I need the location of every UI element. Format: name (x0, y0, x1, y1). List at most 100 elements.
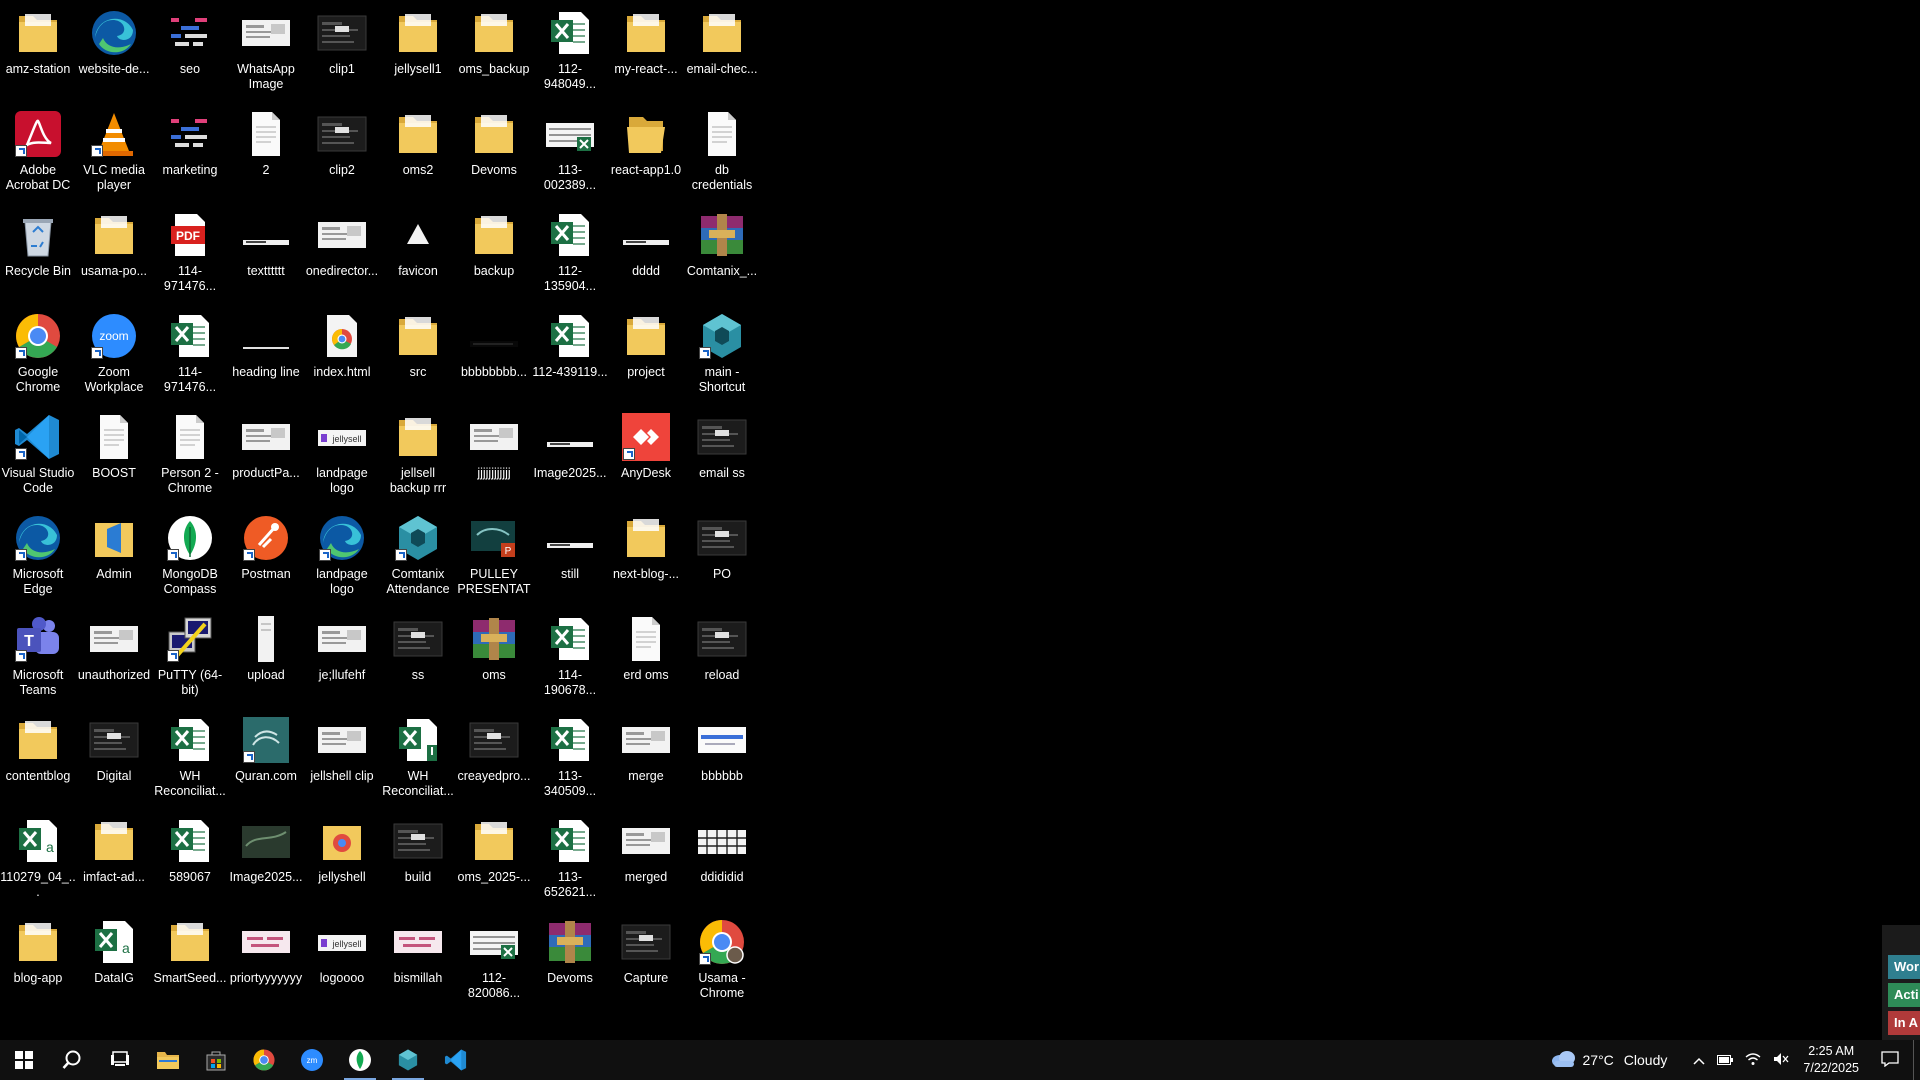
desktop-icon[interactable]: Admin (77, 507, 151, 607)
desktop-icon[interactable]: MongoDB Compass (153, 507, 227, 607)
desktop-icon[interactable]: index.html (305, 305, 379, 405)
desktop-icon[interactable]: jjjjjjjjjjjj (457, 406, 531, 506)
desktop-icon[interactable]: unauthorized (77, 608, 151, 708)
desktop-icon[interactable]: priortyyyyyyy (229, 911, 303, 1011)
desktop-icon[interactable]: upload (229, 608, 303, 708)
desktop-icon[interactable]: Adobe Acrobat DC (1, 103, 75, 203)
desktop-icon[interactable]: project (609, 305, 683, 405)
desktop-icon[interactable]: je;llufehf (305, 608, 379, 708)
desktop-icon[interactable]: WhatsApp Image 2025... (229, 2, 303, 102)
desktop-icon[interactable]: bismillah (381, 911, 455, 1011)
desktop-icon[interactable]: Google Chrome (1, 305, 75, 405)
taskbar-start-button[interactable] (0, 1040, 48, 1080)
desktop-icon[interactable]: Recycle Bin (1, 204, 75, 304)
desktop-icon[interactable]: blog-app (1, 911, 75, 1011)
desktop-icon[interactable]: merge (609, 709, 683, 809)
desktop-icon[interactable]: contentblog (1, 709, 75, 809)
desktop[interactable]: amz-station Adobe Acrobat DC Recycle Bin Go… (0, 0, 1920, 1040)
desktop-icon[interactable]: T Microsoft Teams (1, 608, 75, 708)
desktop-icon[interactable]: main - Shortcut (685, 305, 759, 405)
desktop-icon[interactable]: backup (457, 204, 531, 304)
desktop-icon[interactable]: merged (609, 810, 683, 910)
desktop-icon[interactable]: email-chec... (685, 2, 759, 102)
desktop-icon[interactable]: usama-po... (77, 204, 151, 304)
taskbar-mongodb-button[interactable] (336, 1040, 384, 1080)
desktop-icon[interactable]: oms2 (381, 103, 455, 203)
taskbar-file-explorer-button[interactable] (144, 1040, 192, 1080)
desktop-icon[interactable]: dddd (609, 204, 683, 304)
desktop-icon[interactable]: Postman (229, 507, 303, 607)
desktop-icon[interactable]: next-blog-... (609, 507, 683, 607)
desktop-icon[interactable]: landpage logo (305, 507, 379, 607)
desktop-icon[interactable]: P PULLEY PRESENTATI... (457, 507, 531, 607)
action-center-button[interactable] (1867, 1040, 1913, 1080)
desktop-icon[interactable]: Capture (609, 911, 683, 1011)
show-desktop-button[interactable] (1913, 1040, 1920, 1080)
desktop-icon[interactable]: 113-340509... (533, 709, 607, 809)
desktop-icon[interactable]: Person 2 - Chrome (153, 406, 227, 506)
desktop-icon[interactable]: marketing (153, 103, 227, 203)
desktop-icon[interactable]: onedirector... (305, 204, 379, 304)
side-notification-badge[interactable]: In A (1888, 1011, 1920, 1035)
desktop-icon[interactable]: reload (685, 608, 759, 708)
desktop-icon[interactable]: jellysell logoooo (305, 911, 379, 1011)
desktop-icon[interactable]: 112-948049... (533, 2, 607, 102)
desktop-icon[interactable]: 113-652621... (533, 810, 607, 910)
desktop-icon[interactable]: jellshell clip (305, 709, 379, 809)
desktop-icon[interactable]: WH Reconciliat... (381, 709, 455, 809)
desktop-icon[interactable]: build (381, 810, 455, 910)
desktop-icon[interactable]: a 110279_04_... (0, 810, 76, 910)
taskbar-search-button[interactable] (48, 1040, 96, 1080)
desktop-icon[interactable]: Quran.com (229, 709, 303, 809)
desktop-icon[interactable]: 113-002389... (533, 103, 607, 203)
desktop-icon[interactable]: 114-971476... (153, 305, 227, 405)
desktop-icon[interactable]: 2 (229, 103, 303, 203)
taskbar-task-view-button[interactable] (96, 1040, 144, 1080)
desktop-icon[interactable]: Comtanix_... (685, 204, 759, 304)
desktop-icon[interactable]: Image2025... (533, 406, 607, 506)
desktop-icon[interactable]: textttttt (229, 204, 303, 304)
desktop-icon[interactable]: 112-820086... (457, 911, 531, 1011)
desktop-icon[interactable]: 112-439119... (532, 305, 608, 405)
desktop-icon[interactable]: Devoms (457, 103, 531, 203)
weather-widget[interactable]: 27°C Cloudy (1545, 1040, 1674, 1080)
desktop-icon[interactable]: 589067 (153, 810, 227, 910)
clock-button[interactable]: 2:25 AM 7/22/2025 (1795, 1040, 1867, 1080)
desktop-icon[interactable]: Digital (77, 709, 151, 809)
desktop-icon[interactable]: WH Reconciliat... (153, 709, 227, 809)
volume-button[interactable] (1767, 1040, 1795, 1080)
desktop-icon[interactable]: still (533, 507, 607, 607)
desktop-icon[interactable]: clip1 (305, 2, 379, 102)
desktop-icon[interactable]: a DataIG (77, 911, 151, 1011)
desktop-icon[interactable]: PO (685, 507, 759, 607)
desktop-icon[interactable]: seo (153, 2, 227, 102)
desktop-icon[interactable]: Visual Studio Code (1, 406, 75, 506)
taskbar-comtanix-button[interactable] (384, 1040, 432, 1080)
desktop-icon[interactable]: favicon (381, 204, 455, 304)
desktop-icon[interactable]: imfact-ad... (77, 810, 151, 910)
desktop-icon[interactable]: bbbbbb (685, 709, 759, 809)
desktop-icon[interactable]: src (381, 305, 455, 405)
desktop-icon[interactable]: clip2 (305, 103, 379, 203)
desktop-icon[interactable]: Devoms (533, 911, 607, 1011)
desktop-icon[interactable]: BOOST (77, 406, 151, 506)
desktop-icon[interactable]: email ss (685, 406, 759, 506)
desktop-icon[interactable]: Comtanix Attendance (381, 507, 455, 607)
desktop-icon[interactable]: Microsoft Edge (1, 507, 75, 607)
side-notification-badge[interactable]: Wor (1888, 955, 1920, 979)
desktop-icon[interactable]: jellysell1 (381, 2, 455, 102)
desktop-icon[interactable]: react-app1.0 (609, 103, 683, 203)
desktop-icon[interactable]: heading line (229, 305, 303, 405)
desktop-icon[interactable]: website-de... (77, 2, 151, 102)
desktop-icon[interactable]: ss (381, 608, 455, 708)
desktop-icon[interactable]: jellyshell (305, 810, 379, 910)
desktop-icon[interactable]: db credentials (685, 103, 759, 203)
desktop-icon[interactable]: jellsell backup rrr (381, 406, 455, 506)
desktop-icon[interactable]: VLC media player (77, 103, 151, 203)
desktop-icon[interactable]: oms_backup (457, 2, 531, 102)
desktop-icon[interactable]: PDF 114-971476... (153, 204, 227, 304)
taskbar-vscode-button[interactable] (432, 1040, 480, 1080)
desktop-icon[interactable]: erd oms (609, 608, 683, 708)
desktop-icon[interactable]: ddididid (685, 810, 759, 910)
desktop-icon[interactable]: creayedpro... (457, 709, 531, 809)
